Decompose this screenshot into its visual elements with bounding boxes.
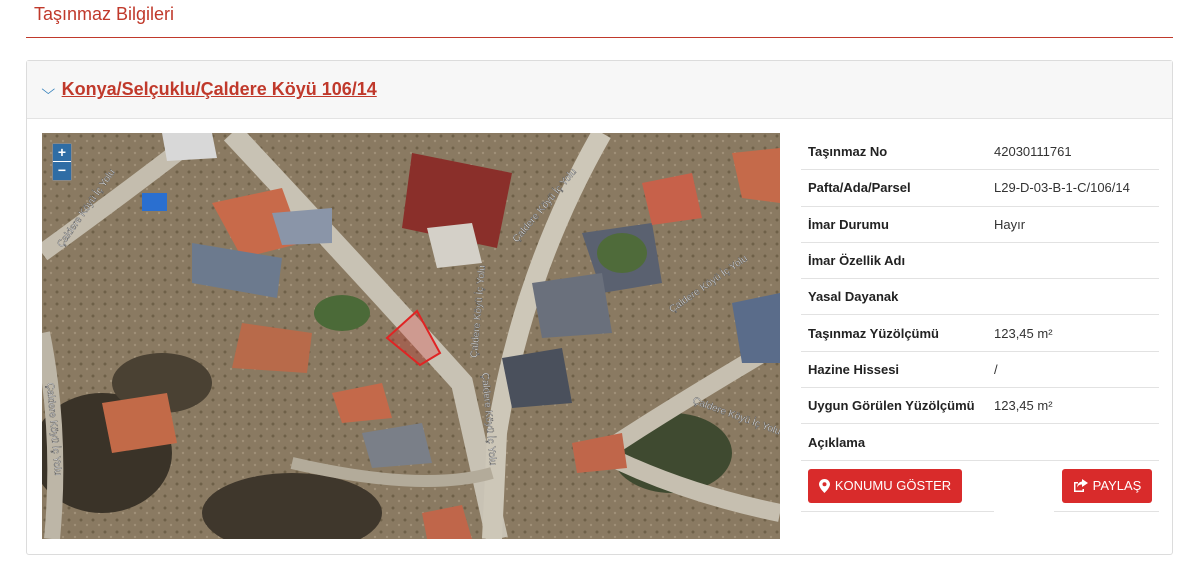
info-row: Yasal Dayanak: [801, 279, 1159, 316]
info-row: İmar Durumu Hayır: [801, 207, 1159, 243]
info-row: Taşınmaz No 42030111761: [801, 134, 1159, 171]
info-row: Taşınmaz Yüzölçümü 123,45 m²: [801, 315, 1159, 352]
share-label: PAYLAŞ: [1092, 478, 1142, 494]
divider: [801, 510, 994, 512]
map-zoom-control: + −: [52, 143, 72, 181]
info-label: Taşınmaz Yüzölçümü: [808, 325, 939, 341]
info-label: Uygun Görülen Yüzölçümü: [808, 398, 975, 414]
info-label: Hazine Hissesi: [808, 361, 900, 377]
show-location-button[interactable]: KONUMU GÖSTER: [808, 468, 962, 503]
show-location-label: KONUMU GÖSTER: [834, 478, 952, 494]
property-card: ⌵ Konya/Selçuklu/Çaldere Köyü 106/14 Çal…: [26, 60, 1173, 555]
info-label: Yasal Dayanak: [808, 289, 899, 305]
info-value: 123,45 m²: [994, 398, 1053, 414]
divider: [1054, 510, 1159, 512]
map-image[interactable]: Çaldere Köyü İç Yolu Çaldere Köyü İç Yol…: [42, 133, 780, 539]
info-row: Açıklama: [801, 424, 1159, 461]
title-divider: [26, 37, 1173, 38]
info-value: L29-D-03-B-1-C/106/14: [994, 180, 1130, 196]
info-value: 42030111761: [994, 144, 1072, 160]
info-value: Hayır: [994, 216, 1026, 232]
share-icon: [1073, 479, 1088, 493]
card-header[interactable]: ⌵ Konya/Selçuklu/Çaldere Köyü 106/14: [27, 61, 1172, 119]
info-value: 123,45 m²: [994, 325, 1053, 341]
zoom-out-button[interactable]: −: [53, 162, 71, 180]
share-button[interactable]: PAYLAŞ: [1062, 468, 1152, 503]
page-title: Taşınmaz Bilgileri: [34, 4, 175, 24]
action-buttons: KONUMU GÖSTER PAYLAŞ: [801, 461, 1159, 512]
info-row: Hazine Hissesi /: [801, 352, 1159, 389]
info-row: Pafta/Ada/Parsel L29-D-03-B-1-C/106/14: [801, 170, 1159, 207]
info-label: Açıklama: [808, 434, 866, 450]
info-label: Pafta/Ada/Parsel: [808, 180, 911, 196]
info-label: İmar Durumu: [808, 216, 889, 232]
map-marker-icon: [818, 478, 830, 493]
info-value: /: [994, 361, 998, 377]
info-row: Uygun Görülen Yüzölçümü 123,45 m²: [801, 388, 1159, 425]
info-label: İmar Özellik Adı: [808, 253, 906, 269]
info-row: İmar Özellik Adı: [801, 243, 1159, 280]
property-info-table: Taşınmaz No 42030111761 Pafta/Ada/Parsel L…: [801, 134, 1159, 512]
satellite-map[interactable]: Çaldere Köyü İç Yolu Çaldere Köyü İç Yol…: [42, 133, 780, 539]
info-label: Taşınmaz No: [808, 144, 888, 160]
property-location-link[interactable]: Konya/Selçuklu/Çaldere Köyü 106/14: [62, 79, 377, 100]
zoom-in-button[interactable]: +: [53, 144, 71, 162]
chevron-down-icon[interactable]: ⌵: [41, 81, 55, 98]
